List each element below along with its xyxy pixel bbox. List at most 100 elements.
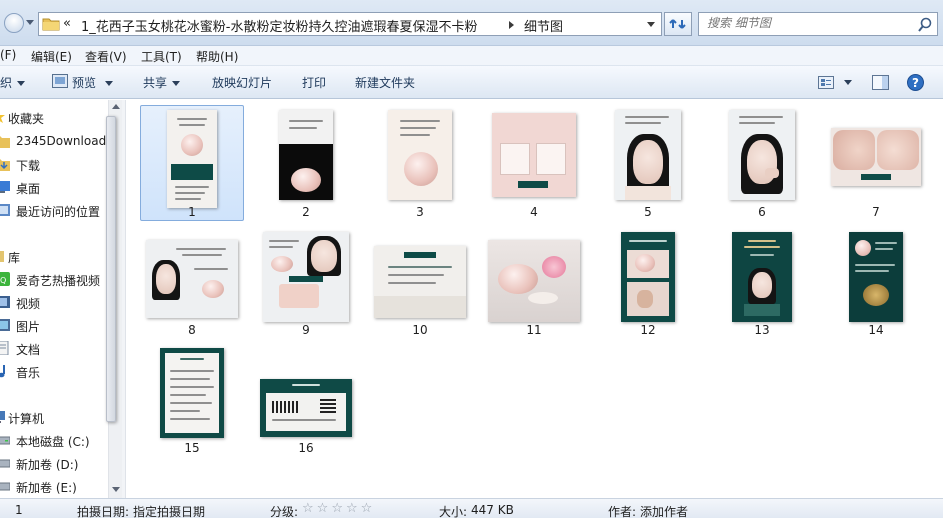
file-thumbnail xyxy=(729,110,795,200)
preview-pane-icon[interactable] xyxy=(872,75,889,90)
breadcrumb-overflow[interactable]: « xyxy=(63,16,71,31)
scroll-up-icon[interactable] xyxy=(112,104,120,109)
videos-icon xyxy=(0,296,10,308)
music-icon xyxy=(0,365,5,378)
share-chevron-icon xyxy=(172,81,181,86)
print-button[interactable]: 打印 xyxy=(302,74,326,91)
drive-icon xyxy=(0,482,10,491)
refresh-button[interactable] xyxy=(664,12,692,36)
menu-view[interactable]: 查看(V) xyxy=(85,48,127,65)
file-item[interactable]: 8 xyxy=(140,227,244,343)
search-icon[interactable] xyxy=(917,17,933,33)
file-item[interactable]: 15 xyxy=(140,343,244,459)
file-item[interactable]: 6 xyxy=(710,105,814,221)
share-button[interactable]: 共享 xyxy=(143,74,181,91)
preview-button[interactable]: 预览 xyxy=(72,74,114,91)
share-label: 共享 xyxy=(143,76,168,90)
organize-button[interactable]: 织 xyxy=(0,74,26,91)
svg-text:?: ? xyxy=(912,76,919,90)
file-item[interactable]: 3 xyxy=(368,105,472,221)
file-name: 8 xyxy=(188,323,196,337)
file-name: 12 xyxy=(640,323,656,337)
address-row: « 1_花西子玉女桃花冰蜜粉-水散粉定妆粉持久控油遮瑕春夏保湿不卡粉 细节图 xyxy=(0,0,943,46)
file-item[interactable]: 9 xyxy=(254,227,358,343)
file-name: 2 xyxy=(302,205,310,219)
pictures-icon xyxy=(0,319,10,331)
file-item[interactable]: 13 xyxy=(710,227,814,343)
file-name: 10 xyxy=(412,323,428,337)
file-item[interactable]: 5 xyxy=(596,105,700,221)
file-thumbnail xyxy=(260,379,352,437)
slideshow-button[interactable]: 放映幻灯片 xyxy=(212,74,272,91)
view-options-chevron-icon[interactable] xyxy=(844,80,852,85)
file-item[interactable]: 1 xyxy=(140,105,244,221)
iqiyi-icon: iQ xyxy=(0,272,10,286)
file-name: 3 xyxy=(416,205,424,219)
favorites-star-icon xyxy=(0,115,5,123)
file-name: 9 xyxy=(302,323,310,337)
recent-pages-chevron-icon[interactable] xyxy=(26,20,34,25)
breadcrumb-subfolder[interactable]: 细节图 xyxy=(524,16,563,35)
rating-label: 分级: xyxy=(270,505,299,518)
file-item[interactable]: 14 xyxy=(824,227,928,343)
file-item[interactable]: 4 xyxy=(482,105,586,221)
search-input[interactable] xyxy=(707,16,907,30)
file-name: 4 xyxy=(530,205,538,219)
file-item[interactable]: 11 xyxy=(482,227,586,343)
file-thumbnail xyxy=(831,128,921,186)
libraries-icon xyxy=(0,251,4,262)
file-thumbnail xyxy=(615,110,681,200)
computer-icon xyxy=(0,411,5,423)
refresh-icon xyxy=(669,19,686,29)
rating-stars[interactable]: ☆ ☆ ☆ ☆ ☆ xyxy=(302,501,375,516)
navigation-scrollbar[interactable] xyxy=(106,100,122,498)
recent-places-icon xyxy=(0,204,10,216)
star-icon[interactable]: ☆ xyxy=(346,501,358,516)
file-thumbnail xyxy=(374,246,466,318)
svg-text:iQ: iQ xyxy=(0,276,6,285)
address-history-chevron-icon[interactable] xyxy=(647,22,655,27)
selection-count: 1 xyxy=(15,503,23,517)
file-name: 13 xyxy=(754,323,770,337)
file-item[interactable]: 10 xyxy=(368,227,472,343)
scrollbar-thumb[interactable] xyxy=(106,116,116,422)
menu-help[interactable]: 帮助(H) xyxy=(196,48,238,65)
back-button[interactable] xyxy=(4,13,24,33)
menu-file[interactable]: (F) xyxy=(0,48,16,62)
help-icon[interactable]: ? xyxy=(907,74,924,91)
file-thumbnail xyxy=(492,113,576,197)
file-name: 16 xyxy=(298,441,314,455)
menu-edit[interactable]: 编辑(E) xyxy=(31,48,72,65)
search-box[interactable] xyxy=(698,12,938,36)
file-thumbnail xyxy=(488,240,580,322)
file-item[interactable]: 2 xyxy=(254,105,358,221)
view-options-icon[interactable] xyxy=(818,76,834,89)
file-thumbnail xyxy=(160,348,224,438)
star-icon[interactable]: ☆ xyxy=(317,501,329,516)
file-item[interactable]: 7 xyxy=(824,105,928,221)
preview-chevron-icon xyxy=(105,81,114,86)
desktop-icon xyxy=(0,181,10,193)
file-item[interactable]: 16 xyxy=(254,343,358,459)
star-icon[interactable]: ☆ xyxy=(361,501,373,516)
scroll-down-icon[interactable] xyxy=(112,487,120,492)
file-item[interactable]: 12 xyxy=(596,227,700,343)
organize-chevron-icon xyxy=(17,81,26,86)
menu-tools[interactable]: 工具(T) xyxy=(141,48,182,65)
file-view: 1 2 3 4 5 6 7 8 9 10 11 12 13 14 15 16 xyxy=(127,100,943,498)
file-thumbnail xyxy=(732,232,792,322)
new-folder-button[interactable]: 新建文件夹 xyxy=(355,74,415,91)
star-icon[interactable]: ☆ xyxy=(302,501,314,516)
pane-splitter[interactable] xyxy=(122,100,126,498)
file-name: 1 xyxy=(188,205,196,219)
star-icon[interactable]: ☆ xyxy=(331,501,343,516)
file-name: 11 xyxy=(526,323,542,337)
navigation-pane: 收藏夹 2345Downloads 下载 桌面 最近访问的位置 库 iQ 爱奇艺… xyxy=(0,100,108,498)
author-value[interactable]: 添加作者 xyxy=(640,503,688,518)
date-taken-value[interactable]: 指定拍摄日期 xyxy=(133,503,205,518)
address-bar[interactable]: « 1_花西子玉女桃花冰蜜粉-水散粉定妆粉持久控油遮瑕春夏保湿不卡粉 细节图 xyxy=(38,12,662,36)
breadcrumb-folder[interactable]: 1_花西子玉女桃花冰蜜粉-水散粉定妆粉持久控油遮瑕春夏保湿不卡粉 xyxy=(81,16,477,35)
file-thumbnail xyxy=(167,110,217,208)
breadcrumb-separator-icon[interactable] xyxy=(509,21,514,29)
file-thumbnail xyxy=(849,232,903,322)
